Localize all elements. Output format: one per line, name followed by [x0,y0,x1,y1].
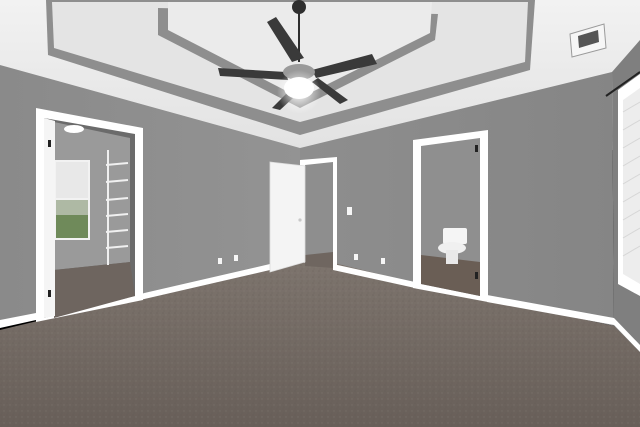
fan-light-icon [284,77,314,99]
bathroom-doorway[interactable] [413,130,488,302]
closet-window [54,160,90,240]
open-door[interactable] [269,161,306,273]
light-switch [347,207,352,215]
bedroom-photo [0,0,640,427]
closet-doorway[interactable] [36,108,143,322]
hall-doorway[interactable] [269,157,337,273]
